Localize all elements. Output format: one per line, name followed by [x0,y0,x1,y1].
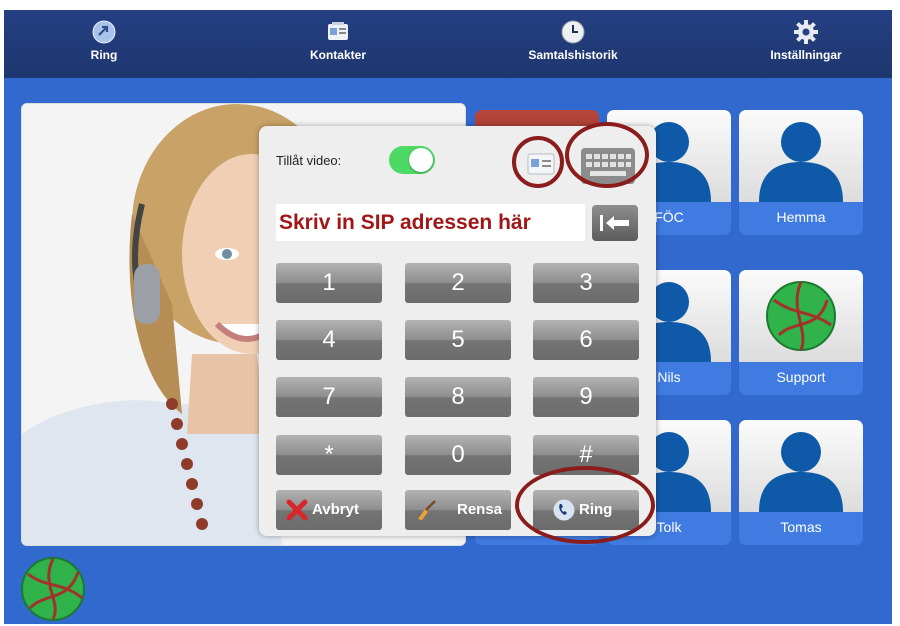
contact-picture [739,270,863,362]
nav-label-contacts: Kontakter [309,48,366,62]
call-button[interactable]: Ring [533,490,639,530]
broom-icon [418,500,436,520]
contacts-card-icon[interactable] [527,151,555,175]
contact-tile-hemma[interactable]: Hemma [739,110,863,235]
cancel-label: Avbryt [312,501,359,518]
nav-ring[interactable]: Ring [24,10,184,78]
call-label: Ring [579,501,613,518]
toggle-knob [409,148,433,172]
contact-tile-tomas[interactable]: Tomas [739,420,863,545]
contact-label: Hemma [776,209,826,225]
key-hash[interactable]: # [533,435,639,475]
contacts-card-icon [328,22,348,40]
allow-video-toggle[interactable] [389,146,435,174]
key-5[interactable]: 5 [405,320,511,360]
keyboard-icon[interactable] [580,147,636,185]
nav-call-history[interactable]: Samtalshistorik [493,10,653,78]
phone-icon [553,499,575,521]
nav-label-call-history: Samtalshistorik [528,48,618,62]
nav-contacts[interactable]: Kontakter [258,10,418,78]
allow-video-label: Tillåt video: [276,153,342,168]
person-silhouette-icon [759,432,843,512]
nav-label-settings: Inställningar [770,48,842,62]
backspace-arrow-icon [600,215,629,231]
nav-label-ring: Ring [90,48,118,62]
app-window: Ring Kontakter Samtalshistorik Inställni… [4,10,892,624]
clear-label: Rensa [457,501,503,518]
dialer-panel: Tillåt video: 1 2 [259,126,656,536]
sip-address-input[interactable] [276,204,585,241]
backspace-button[interactable] [592,205,638,241]
contact-picture [739,110,863,202]
key-8[interactable]: 8 [405,377,511,417]
contact-label: Support [776,369,826,385]
cancel-button[interactable]: Avbryt [276,490,382,530]
clock-icon [561,20,585,44]
contact-tile-support[interactable]: Support [739,270,863,395]
globe-icon [766,281,836,351]
close-icon [286,499,308,521]
key-2[interactable]: 2 [405,263,511,303]
top-navigation: Ring Kontakter Samtalshistorik Inställni… [4,10,892,78]
key-7[interactable]: 7 [276,377,382,417]
key-6[interactable]: 6 [533,320,639,360]
contact-label: Tomas [780,519,822,535]
clear-button[interactable]: Rensa [405,490,511,530]
key-3[interactable]: 3 [533,263,639,303]
phone-arrow-icon [92,20,116,44]
key-star[interactable]: * [276,435,382,475]
contact-picture [739,420,863,512]
key-9[interactable]: 9 [533,377,639,417]
key-1[interactable]: 1 [276,263,382,303]
key-0[interactable]: 0 [405,435,511,475]
person-silhouette-icon [759,122,843,202]
nav-settings[interactable]: Inställningar [726,10,886,78]
globe-status-icon[interactable] [18,556,88,622]
gear-icon [794,20,818,44]
key-4[interactable]: 4 [276,320,382,360]
